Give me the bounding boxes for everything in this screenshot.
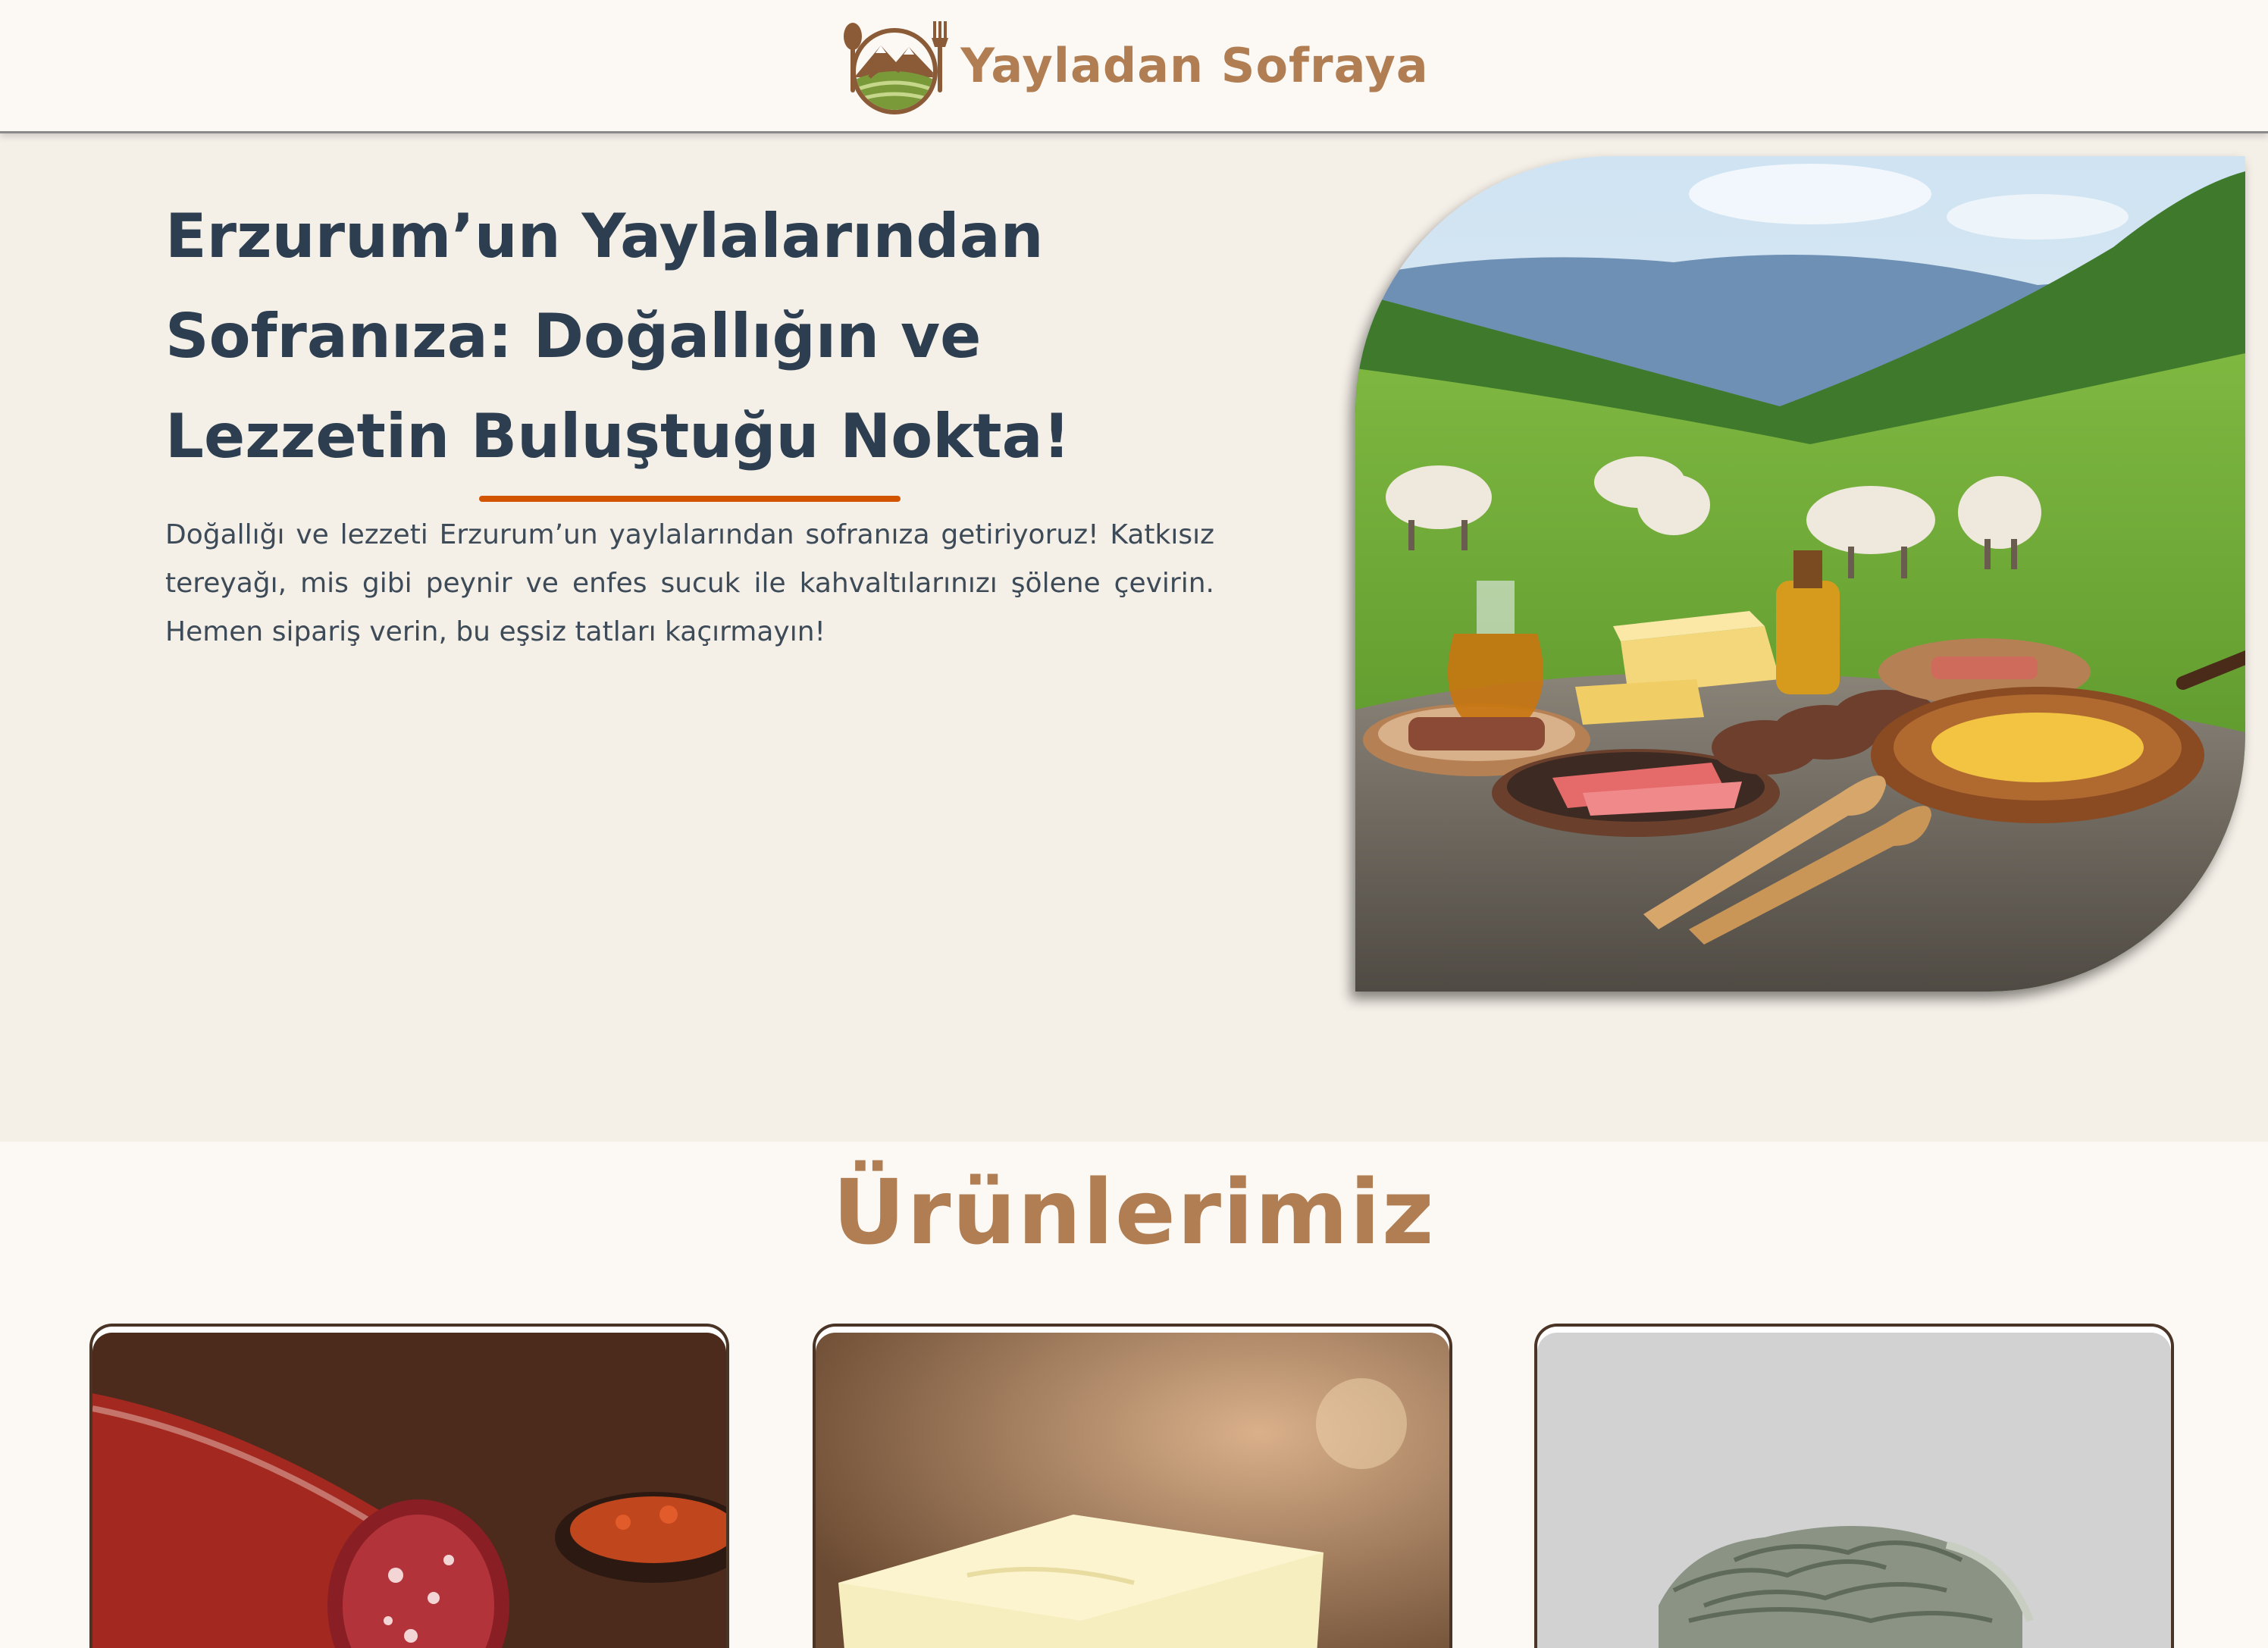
brand-logo-icon[interactable] xyxy=(839,17,950,115)
hero-section: Erzurum’un Yaylalarından Sofranıza: Doğa… xyxy=(0,133,2268,1142)
title-underline xyxy=(479,496,901,502)
brand-name[interactable]: Yayladan Sofraya xyxy=(960,38,1429,93)
otlu-cheese-image xyxy=(1537,1333,2171,1648)
butter-image xyxy=(816,1333,1449,1648)
hero-breakfast-image xyxy=(1355,156,2245,992)
sucuk-image xyxy=(92,1333,726,1648)
product-card-butter[interactable] xyxy=(813,1324,1452,1648)
hero-title: Erzurum’un Yaylalarından Sofranıza: Doğa… xyxy=(165,201,1071,472)
product-card-otlu-peynir[interactable] xyxy=(1534,1324,2174,1648)
products-title: Ürünlerimiz xyxy=(832,1160,1436,1264)
hero-description: Doğallığı ve lezzeti Erzurum’un yaylalar… xyxy=(165,519,1214,647)
wave-divider xyxy=(0,1046,2268,1133)
product-card-sucuk[interactable] xyxy=(89,1324,729,1648)
brand[interactable]: Yayladan Sofraya xyxy=(839,17,1429,115)
site-header: Yayladan Sofraya xyxy=(0,0,2268,133)
